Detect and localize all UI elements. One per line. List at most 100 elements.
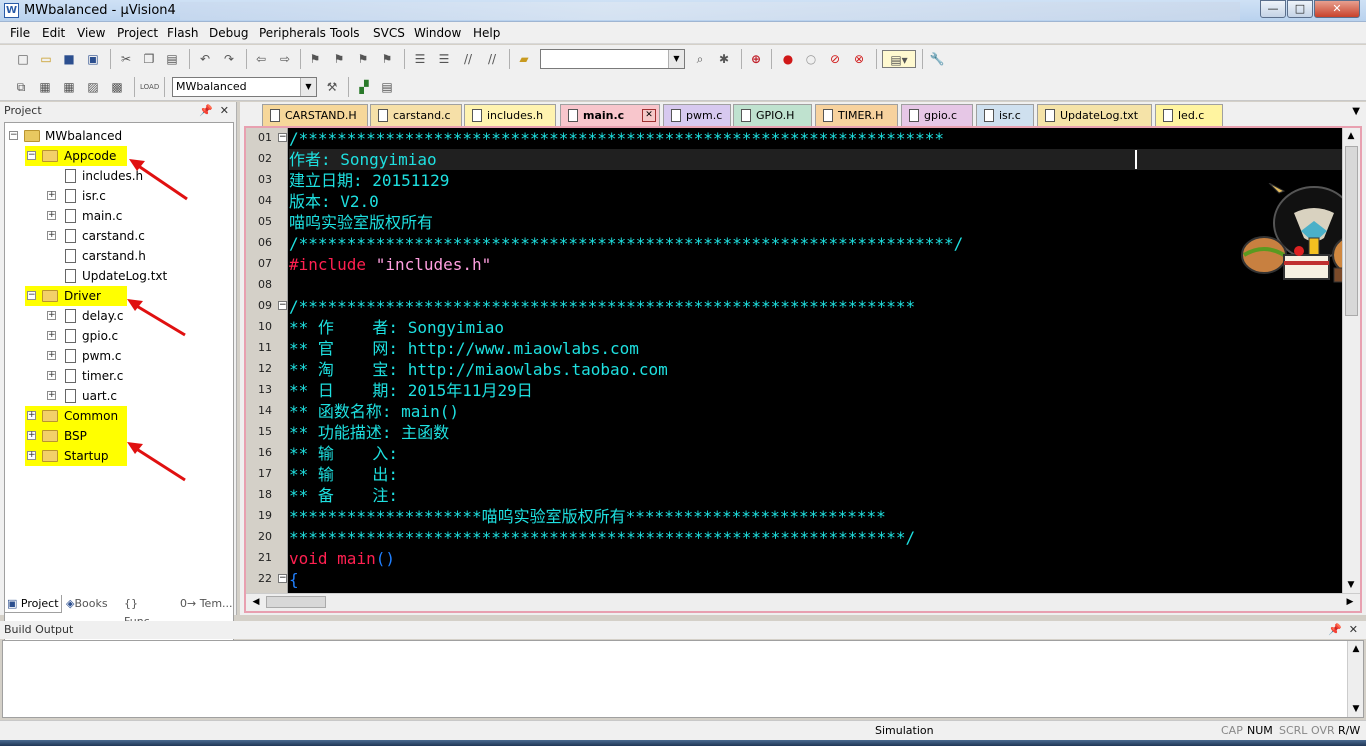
tree-file[interactable]: + carstand.c	[47, 227, 167, 245]
translate-icon[interactable]: ⧉	[12, 78, 30, 96]
nav-back-icon[interactable]: ⇦	[252, 50, 270, 68]
target-options-icon[interactable]: ⚒	[323, 78, 341, 96]
tab-functions[interactable]: {} Func...	[122, 595, 176, 628]
tree-file[interactable]: carstand.h	[47, 247, 167, 265]
disable-breakpoints-icon[interactable]: ⊘	[826, 50, 844, 68]
debug-session-icon[interactable]: ⊕	[747, 50, 765, 68]
menu-view[interactable]: View	[77, 26, 105, 40]
menu-flash[interactable]: Flash	[167, 26, 198, 40]
editor-tab-gpio-c[interactable]: gpio.c	[901, 104, 973, 126]
tab-list-dropdown-icon[interactable]: ▼	[1352, 106, 1360, 117]
indent-icon[interactable]: ☰	[411, 50, 429, 68]
configure-icon[interactable]: 🔧	[928, 50, 946, 68]
expand-icon[interactable]: +	[27, 411, 36, 420]
find-in-files-icon[interactable]: ▰	[515, 50, 533, 68]
rebuild-icon[interactable]: ▦	[60, 78, 78, 96]
code-editor[interactable]: 01− 02 03 04 05 06 07 08 09− 10 11 12 13…	[244, 126, 1362, 613]
menu-help[interactable]: Help	[473, 26, 500, 40]
menu-debug[interactable]: Debug	[209, 26, 248, 40]
pin-icon[interactable]: 📌	[199, 102, 213, 120]
tree-file[interactable]: + timer.c	[47, 367, 167, 385]
find-combo[interactable]: ▼	[540, 49, 685, 69]
manage-components-icon[interactable]: ▞	[355, 78, 373, 96]
editor-tab-timer-h[interactable]: TIMER.H	[815, 104, 898, 126]
expand-icon[interactable]: +	[47, 371, 56, 380]
maximize-button[interactable]: □	[1287, 0, 1313, 18]
menu-edit[interactable]: Edit	[42, 26, 65, 40]
tree-file[interactable]: UpdateLog.txt	[47, 267, 167, 285]
expand-icon[interactable]: +	[47, 311, 56, 320]
close-icon[interactable]: ✕	[220, 102, 229, 120]
file-extensions-icon[interactable]: ▤	[378, 78, 396, 96]
paste-icon[interactable]: ▤	[163, 50, 181, 68]
close-icon[interactable]: ✕	[1349, 621, 1358, 639]
open-file-icon[interactable]: ▭	[37, 50, 55, 68]
save-icon[interactable]: ■	[60, 50, 78, 68]
target-combo[interactable]: MWbalanced ▼	[172, 77, 317, 97]
clear-bookmarks-icon[interactable]: ⚑	[378, 50, 396, 68]
chevron-down-icon[interactable]: ▼	[668, 50, 684, 68]
scroll-left-icon[interactable]: ◀	[248, 594, 264, 610]
scroll-down-icon[interactable]: ▼	[1348, 701, 1364, 717]
collapse-icon[interactable]: −	[27, 151, 36, 160]
collapse-icon[interactable]: −	[9, 131, 18, 140]
unindent-icon[interactable]: ☰	[435, 50, 453, 68]
tree-file[interactable]: + main.c	[47, 207, 167, 225]
window-layout-icon[interactable]: ▤▾	[882, 50, 916, 68]
tree-file[interactable]: + uart.c	[47, 387, 167, 405]
horizontal-scrollbar[interactable]: ◀ ▶	[246, 593, 1360, 611]
menu-peripherals[interactable]: Peripherals	[259, 26, 326, 40]
expand-icon[interactable]: +	[47, 191, 56, 200]
bookmark-icon[interactable]: ⚑	[306, 50, 324, 68]
scroll-down-icon[interactable]: ▼	[1343, 577, 1359, 593]
build-output-pane[interactable]: ▲ ▼	[2, 640, 1364, 718]
expand-icon[interactable]: +	[47, 211, 56, 220]
find-icon[interactable]: ⌕	[691, 50, 709, 68]
group-bsp[interactable]: + BSP	[27, 427, 127, 445]
scroll-thumb[interactable]	[1345, 146, 1358, 316]
cut-icon[interactable]: ✂	[117, 50, 135, 68]
incremental-find-icon[interactable]: ✱	[715, 50, 733, 68]
minimize-button[interactable]: —	[1260, 0, 1286, 18]
scroll-up-icon[interactable]: ▲	[1348, 641, 1364, 657]
editor-tab-main-c[interactable]: main.c ✕	[560, 104, 660, 126]
group-appcode[interactable]: − Appcode	[27, 147, 127, 165]
scroll-up-icon[interactable]: ▲	[1343, 128, 1359, 144]
expand-icon[interactable]: +	[47, 231, 56, 240]
expand-icon[interactable]: +	[27, 431, 36, 440]
tab-books[interactable]: ◈Books	[64, 595, 120, 613]
comment-icon[interactable]: //	[459, 50, 477, 68]
close-tab-icon[interactable]: ✕	[642, 109, 656, 122]
fold-icon[interactable]: −	[278, 574, 287, 583]
editor-tab-carstand-h[interactable]: CARSTAND.H	[262, 104, 368, 126]
code-text[interactable]: /***************************************…	[289, 128, 1344, 593]
expand-icon[interactable]: +	[47, 391, 56, 400]
next-bookmark-icon[interactable]: ⚑	[354, 50, 372, 68]
menu-file[interactable]: File	[10, 26, 30, 40]
expand-icon[interactable]: +	[47, 351, 56, 360]
expand-icon[interactable]: +	[27, 451, 36, 460]
insert-breakpoint-icon[interactable]: ●	[779, 50, 797, 68]
stop-build-icon[interactable]: ▩	[108, 78, 126, 96]
nav-forward-icon[interactable]: ⇨	[276, 50, 294, 68]
undo-icon[interactable]: ↶	[196, 50, 214, 68]
uncomment-icon[interactable]: //	[483, 50, 501, 68]
editor-tab-led-c[interactable]: led.c	[1155, 104, 1223, 126]
vertical-scrollbar[interactable]: ▲ ▼	[1347, 641, 1363, 717]
editor-tab-carstand-c[interactable]: carstand.c	[370, 104, 462, 126]
new-file-icon[interactable]: □	[14, 50, 32, 68]
fold-icon[interactable]: −	[278, 301, 287, 310]
editor-tab-pwm-c[interactable]: pwm.c	[663, 104, 731, 126]
tree-file[interactable]: + pwm.c	[47, 347, 167, 365]
enable-breakpoint-icon[interactable]: ○	[802, 50, 820, 68]
tree-root[interactable]: − MWbalanced	[9, 127, 229, 145]
vertical-scrollbar[interactable]: ▲ ▼	[1342, 128, 1360, 593]
prev-bookmark-icon[interactable]: ⚑	[330, 50, 348, 68]
editor-tab-updatelog-txt[interactable]: UpdateLog.txt	[1037, 104, 1152, 126]
fold-icon[interactable]: −	[278, 133, 287, 142]
menu-window[interactable]: Window	[414, 26, 461, 40]
tab-templates[interactable]: 0→ Tem...	[178, 595, 234, 613]
editor-tab-isr-c[interactable]: isr.c	[976, 104, 1034, 126]
expand-icon[interactable]: +	[47, 331, 56, 340]
build-icon[interactable]: ▦	[36, 78, 54, 96]
